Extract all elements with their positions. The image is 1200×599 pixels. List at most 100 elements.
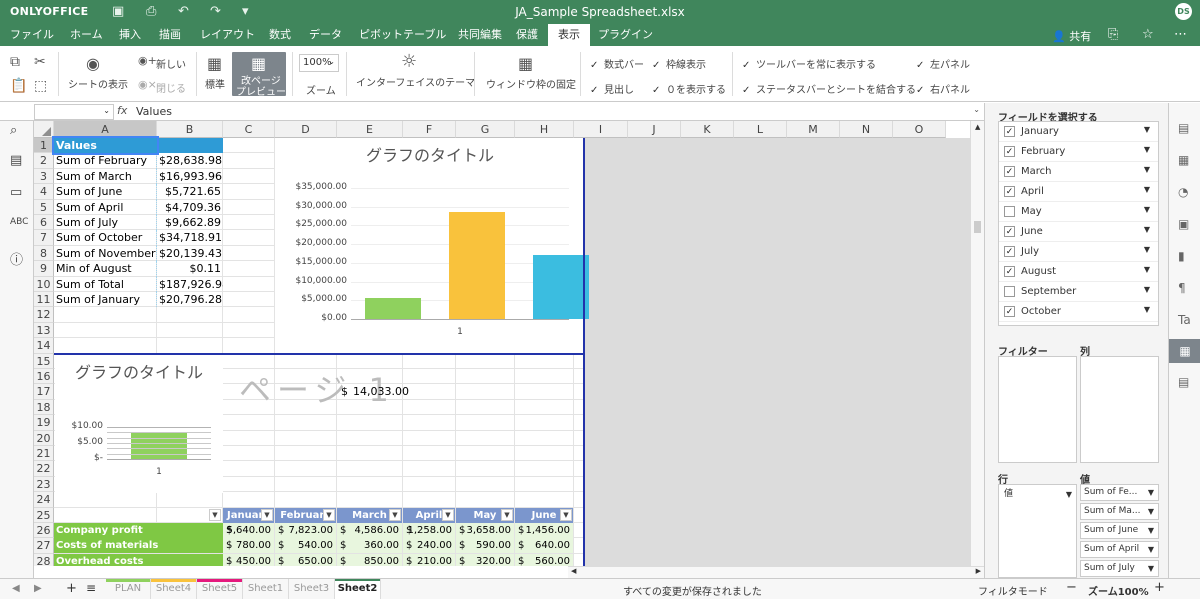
table-label-cell[interactable]: Sum of November bbox=[54, 245, 157, 262]
filter-dropdown-icon[interactable]: ▼ bbox=[261, 508, 273, 521]
row-header-27[interactable]: 27 bbox=[34, 538, 54, 554]
field-checkbox[interactable] bbox=[1004, 286, 1015, 297]
row-header-26[interactable]: 26 bbox=[34, 523, 54, 539]
values-drop-zone[interactable]: Sum of Fe... ▼ Sum of Ma... ▼ Sum of June ▼ Su… bbox=[1080, 484, 1159, 578]
zoom-select[interactable]: 100% ⌄ bbox=[299, 54, 339, 72]
column-header-i[interactable]: I bbox=[574, 121, 628, 138]
row-header-24[interactable]: 24 bbox=[34, 492, 54, 508]
column-header-b[interactable]: B bbox=[157, 121, 223, 138]
pivot-value-cell[interactable]: $850.00 bbox=[337, 553, 402, 566]
value-field-item[interactable]: Sum of April ▼ bbox=[1080, 541, 1159, 558]
table-value-cell[interactable]: $187,926.98 bbox=[157, 277, 223, 292]
pivot-value-cell[interactable]: $590.00 bbox=[456, 538, 514, 554]
tab-layout[interactable]: レイアウト bbox=[198, 24, 257, 46]
scroll-right-icon[interactable]: ▶ bbox=[976, 567, 981, 575]
pivot-value-cell[interactable]: $780.00 bbox=[223, 538, 274, 554]
pivot-value-cell[interactable]: $7,823.00 bbox=[275, 523, 336, 538]
pivot-value-cell[interactable]: $210.00 bbox=[403, 553, 455, 566]
cell-settings-icon[interactable]: ▤ bbox=[1178, 121, 1189, 135]
field-item-april[interactable]: ✓ April ▼ bbox=[999, 182, 1158, 202]
page-break-preview-button[interactable]: ▦ 改ページ プレビュー bbox=[232, 52, 286, 98]
field-checkbox[interactable]: ✓ bbox=[1004, 306, 1015, 317]
table-value-cell[interactable]: $16,993.96 bbox=[157, 169, 223, 184]
table-label-cell[interactable]: Sum of July bbox=[54, 215, 157, 231]
image-settings-icon[interactable]: ▣ bbox=[1178, 217, 1189, 231]
field-item-may[interactable]: May ▼ bbox=[999, 202, 1158, 222]
table-value-cell[interactable]: $20,139.43 bbox=[157, 246, 223, 261]
pivot-value-cell[interactable]: $240.00 bbox=[403, 538, 455, 554]
columns-drop-zone[interactable] bbox=[1080, 356, 1159, 463]
row-header-5[interactable]: 5 bbox=[34, 199, 54, 215]
column-header-k[interactable]: K bbox=[681, 121, 734, 138]
search-icon[interactable]: ⌕ bbox=[10, 123, 17, 138]
sheet-tab-sheet1[interactable]: Sheet1 bbox=[243, 579, 289, 599]
pivot-value-cell[interactable]: $1,456.00 bbox=[515, 523, 573, 538]
info-icon[interactable]: ⓘ bbox=[10, 249, 23, 268]
tab-plugins[interactable]: プラグイン bbox=[596, 24, 655, 46]
pivot-value-cell[interactable]: $320.00 bbox=[456, 553, 514, 566]
zoom-out-icon[interactable]: − bbox=[1066, 580, 1077, 595]
slicer-settings-icon[interactable]: ▤ bbox=[1178, 375, 1189, 389]
pivot-value-cell[interactable]: $4,586.00 bbox=[337, 523, 402, 538]
dropdown-icon[interactable]: ▼ bbox=[1148, 504, 1154, 519]
row-header-28[interactable]: 28 bbox=[34, 553, 54, 566]
field-item-july[interactable]: ✓ July ▼ bbox=[999, 242, 1158, 262]
rows-drop-zone[interactable]: 値 ▼ bbox=[998, 484, 1077, 578]
field-checkbox[interactable]: ✓ bbox=[1004, 246, 1015, 257]
row-header-2[interactable]: 2 bbox=[34, 153, 54, 169]
pivot-value-cell[interactable]: $450.00 bbox=[223, 553, 274, 566]
row-header-20[interactable]: 20 bbox=[34, 430, 54, 446]
sheet-tab-plan[interactable]: PLAN bbox=[106, 579, 151, 599]
zoom-in-icon[interactable]: + bbox=[1154, 580, 1165, 595]
tab-formula[interactable]: 数式 bbox=[267, 24, 293, 46]
combine-bars-checkbox[interactable]: ✓ ステータスバーとシートを結合する bbox=[742, 81, 916, 96]
chart[interactable]: グラフのタイトル $10.00 $5.00 $- 1 bbox=[55, 355, 223, 493]
table-value-cell[interactable]: $5,721.65 bbox=[157, 184, 223, 199]
table-value-cell[interactable]: $4,709.36 bbox=[157, 200, 223, 215]
tab-view[interactable]: 表示 bbox=[548, 24, 590, 46]
scroll-thumb[interactable] bbox=[974, 221, 981, 233]
filter-dropdown-icon[interactable]: ▼ bbox=[389, 508, 401, 521]
table-settings-icon[interactable]: ▦ bbox=[1178, 153, 1189, 167]
tab-collaboration[interactable]: 共同編集 bbox=[456, 24, 504, 46]
prev-sheet-icon[interactable]: ◀ bbox=[12, 583, 20, 594]
text-art-settings-icon[interactable]: Ta bbox=[1178, 313, 1191, 327]
pivot-value-cell[interactable]: $5,640.00 bbox=[223, 523, 274, 538]
normal-view-button[interactable]: 標準 bbox=[205, 76, 225, 91]
horizontal-scrollbar[interactable]: ◀ ▶ bbox=[568, 566, 984, 578]
field-item-june[interactable]: ✓ June ▼ bbox=[999, 222, 1158, 242]
function-icon[interactable]: fx bbox=[117, 104, 127, 117]
dropdown-icon[interactable]: ▼ bbox=[1144, 165, 1150, 174]
table-label-cell[interactable]: Min of August bbox=[54, 261, 157, 277]
field-checkbox[interactable]: ✓ bbox=[1004, 186, 1015, 197]
formula-bar-checkbox[interactable]: ✓ 数式バー bbox=[590, 56, 644, 71]
spreadsheet-grid[interactable]: A B C D E F G H I J K L M N O 1 2 3 4 5 6 7 8 9 10 11 12 13 14 15 16 17… bbox=[34, 121, 984, 566]
spellcheck-icon[interactable]: ABC bbox=[10, 217, 28, 227]
column-header-m[interactable]: M bbox=[787, 121, 840, 138]
row-header-4[interactable]: 4 bbox=[34, 184, 54, 200]
field-item-september[interactable]: September ▼ bbox=[999, 282, 1158, 302]
copy-icon[interactable]: ⧉ bbox=[10, 54, 20, 70]
sheet-tab-sheet2[interactable]: Sheet2 bbox=[335, 579, 381, 599]
chart-settings-icon[interactable]: ▮ bbox=[1178, 249, 1185, 263]
field-checkbox[interactable]: ✓ bbox=[1004, 166, 1015, 177]
tab-data[interactable]: データ bbox=[307, 24, 344, 46]
scroll-left-icon[interactable]: ◀ bbox=[571, 567, 576, 575]
table-label-cell[interactable]: Sum of April bbox=[54, 199, 157, 215]
pivot-row-label[interactable]: Company profit bbox=[54, 523, 223, 538]
pivot-row-label[interactable]: Costs of materials bbox=[54, 538, 223, 554]
chart[interactable]: グラフのタイトル $35,000.00 $30,000.00 $25,000.00 $2… bbox=[275, 138, 589, 353]
always-toolbar-checkbox[interactable]: ✓ ツールバーを常に表示する bbox=[742, 56, 876, 71]
new-view-button[interactable]: 新しい bbox=[156, 56, 186, 71]
select-all-icon[interactable]: ⬚ bbox=[34, 78, 47, 94]
dropdown-icon[interactable]: ▼ bbox=[1148, 561, 1154, 576]
row-header-18[interactable]: 18 bbox=[34, 399, 54, 416]
row-header-25[interactable]: 25 bbox=[34, 507, 54, 523]
row-header-16[interactable]: 16 bbox=[34, 369, 54, 385]
dropdown-icon[interactable]: ▼ bbox=[1144, 225, 1150, 234]
row-header-23[interactable]: 23 bbox=[34, 476, 54, 493]
dropdown-icon[interactable]: ▼ bbox=[1148, 523, 1154, 538]
right-panel-checkbox[interactable]: ✓ 右パネル bbox=[916, 81, 970, 96]
pivot-value-cell[interactable]: $560.00 bbox=[515, 553, 573, 566]
value-field-item[interactable]: Sum of Fe... ▼ bbox=[1080, 484, 1159, 501]
